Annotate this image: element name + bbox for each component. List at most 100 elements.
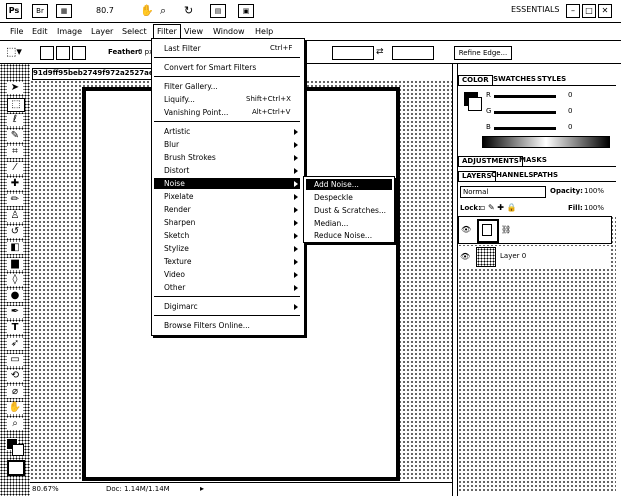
tab-styles[interactable]: STYLES <box>534 75 569 84</box>
lasso-tool-icon[interactable]: ℓ <box>7 114 23 126</box>
menu-select[interactable]: Select <box>119 26 150 38</box>
layer-name[interactable]: Layer 0 <box>500 252 526 260</box>
arrange-documents-icon[interactable]: ▤ <box>210 4 226 18</box>
layer-row[interactable]: 👁 Layer 0 <box>458 246 610 268</box>
menu-item-filter-gallery[interactable]: Filter Gallery... <box>164 81 218 92</box>
menu-item-stylize[interactable]: Stylize <box>164 243 189 254</box>
zoom-tool-icon[interactable]: ⌕ <box>7 418 23 430</box>
submenu-item-median[interactable]: Median... <box>314 218 348 229</box>
background-color-swatch[interactable] <box>12 444 24 456</box>
marquee-preset-icon[interactable]: ⬚▾ <box>6 45 22 58</box>
menu-item-noise[interactable]: Noise <box>164 178 185 189</box>
3d-rotate-tool-icon[interactable]: ⟲ <box>7 370 23 382</box>
quick-mask-icon[interactable] <box>7 460 25 476</box>
eraser-tool-icon[interactable]: ◧ <box>7 242 23 254</box>
menu-item-sketch[interactable]: Sketch <box>164 230 189 241</box>
menu-item-texture[interactable]: Texture <box>164 256 191 267</box>
healing-brush-tool-icon[interactable]: ✚ <box>7 178 23 190</box>
crop-tool-icon[interactable]: ⌗ <box>7 146 23 158</box>
3d-orbit-tool-icon[interactable]: ⌀ <box>7 386 23 398</box>
menu-item-other[interactable]: Other <box>164 282 185 293</box>
path-selection-tool-icon[interactable]: ➶ <box>7 338 23 350</box>
menu-view[interactable]: View <box>181 26 206 38</box>
menu-item-video[interactable]: Video <box>164 269 185 280</box>
quick-selection-tool-icon[interactable]: ✎ <box>7 130 23 142</box>
dodge-tool-icon[interactable]: ● <box>7 290 23 302</box>
document-tab[interactable]: 91d9ff95beb2749f972a2527ae12... <box>32 68 154 80</box>
channel-b-slider[interactable] <box>494 127 556 130</box>
menu-item-browse-filters-online[interactable]: Browse Filters Online... <box>164 320 250 331</box>
pen-tool-icon[interactable]: ✒ <box>7 306 23 318</box>
shape-tool-icon[interactable]: ▭ <box>7 354 23 366</box>
marquee-tool-icon[interactable]: ⬚ <box>7 98 25 112</box>
tab-paths[interactable]: PATHS <box>530 171 561 180</box>
channel-g-value[interactable]: 0 <box>568 107 572 115</box>
workspace-switcher[interactable]: ESSENTIALS <box>511 5 560 14</box>
layer-row[interactable]: 👁 ⛓ <box>458 216 612 244</box>
height-field[interactable] <box>392 46 434 60</box>
menu-help[interactable]: Help <box>252 26 276 38</box>
menu-item-blur[interactable]: Blur <box>164 139 179 150</box>
channel-r-slider[interactable] <box>494 95 556 98</box>
gradient-tool-icon[interactable]: ▆ <box>7 258 23 270</box>
submenu-item-despeckle[interactable]: Despeckle <box>314 192 353 203</box>
minimize-button[interactable]: – <box>566 4 580 18</box>
clone-stamp-tool-icon[interactable]: ♙ <box>7 210 23 222</box>
channel-b-value[interactable]: 0 <box>568 123 572 131</box>
tab-swatches[interactable]: SWATCHES <box>490 75 539 84</box>
channel-g-slider[interactable] <box>494 111 556 114</box>
visibility-eye-icon[interactable]: 👁 <box>460 252 470 261</box>
fill-input[interactable]: 100% <box>584 204 604 212</box>
menu-item-render[interactable]: Render <box>164 204 191 215</box>
hand-tool-icon[interactable]: ✋ <box>7 402 23 414</box>
opacity-input[interactable]: 100% <box>584 187 604 195</box>
blend-mode-select[interactable]: Normal <box>460 186 546 198</box>
menu-layer[interactable]: Layer <box>88 26 116 38</box>
width-field[interactable] <box>332 46 374 60</box>
submenu-item-dust-scratches[interactable]: Dust & Scratches... <box>314 205 386 216</box>
color-spectrum-bar[interactable] <box>482 136 610 148</box>
status-arrow-icon[interactable]: ▸ <box>200 484 204 493</box>
hand-tool-icon[interactable]: ✋ <box>140 4 154 17</box>
close-button[interactable]: ✕ <box>598 4 612 18</box>
menu-window[interactable]: Window <box>210 26 248 38</box>
brush-tool-icon[interactable]: ✏ <box>7 194 23 206</box>
swap-icon[interactable]: ⇄ <box>376 47 384 57</box>
history-brush-tool-icon[interactable]: ↺ <box>7 226 23 238</box>
type-tool-icon[interactable]: T <box>7 322 23 334</box>
new-selection-icon[interactable] <box>40 46 54 60</box>
add-selection-icon[interactable] <box>56 46 70 60</box>
view-extras-icon[interactable]: ▦ <box>56 4 72 18</box>
tab-color[interactable]: COLOR <box>458 75 493 85</box>
menu-file[interactable]: File <box>7 26 26 38</box>
tab-adjustments[interactable]: ADJUSTMENTS <box>458 156 523 166</box>
blur-tool-icon[interactable]: ◊ <box>7 274 23 286</box>
color-background-swatch[interactable] <box>468 97 482 111</box>
maximize-button[interactable]: □ <box>582 4 596 18</box>
rotate-view-icon[interactable]: ↻ <box>184 4 193 17</box>
menu-item-liquify[interactable]: Liquify... <box>164 94 195 105</box>
eyedropper-tool-icon[interactable]: ⁄ <box>7 162 23 174</box>
screen-mode-icon[interactable]: ▣ <box>238 4 254 18</box>
menu-item-convert-smart-filters[interactable]: Convert for Smart Filters <box>164 62 256 73</box>
menu-item-sharpen[interactable]: Sharpen <box>164 217 195 228</box>
submenu-item-reduce-noise[interactable]: Reduce Noise... <box>314 230 372 241</box>
menu-item-digimarc[interactable]: Digimarc <box>164 301 198 312</box>
menu-image[interactable]: Image <box>54 26 85 38</box>
lock-icons[interactable]: ▫ ✎ ✚ 🔒 <box>480 203 516 212</box>
bridge-icon[interactable]: Br <box>32 4 48 18</box>
tab-masks[interactable]: MASKS <box>516 156 550 165</box>
menu-item-artistic[interactable]: Artistic <box>164 126 190 137</box>
move-tool-icon[interactable]: ➤ <box>7 82 23 94</box>
visibility-eye-icon[interactable]: 👁 <box>461 225 471 234</box>
submenu-item-add-noise[interactable]: Add Noise... <box>314 179 359 190</box>
menu-item-brush-strokes[interactable]: Brush Strokes <box>164 152 216 163</box>
zoom-level[interactable]: 80.7 <box>96 6 114 15</box>
refine-edge-button[interactable]: Refine Edge... <box>454 46 512 60</box>
menu-edit[interactable]: Edit <box>29 26 51 38</box>
menu-item-last-filter[interactable]: Last Filter <box>164 43 201 54</box>
menu-item-pixelate[interactable]: Pixelate <box>164 191 194 202</box>
channel-r-value[interactable]: 0 <box>568 91 572 99</box>
menu-item-distort[interactable]: Distort <box>164 165 189 176</box>
status-zoom[interactable]: 80.67% <box>32 485 59 493</box>
